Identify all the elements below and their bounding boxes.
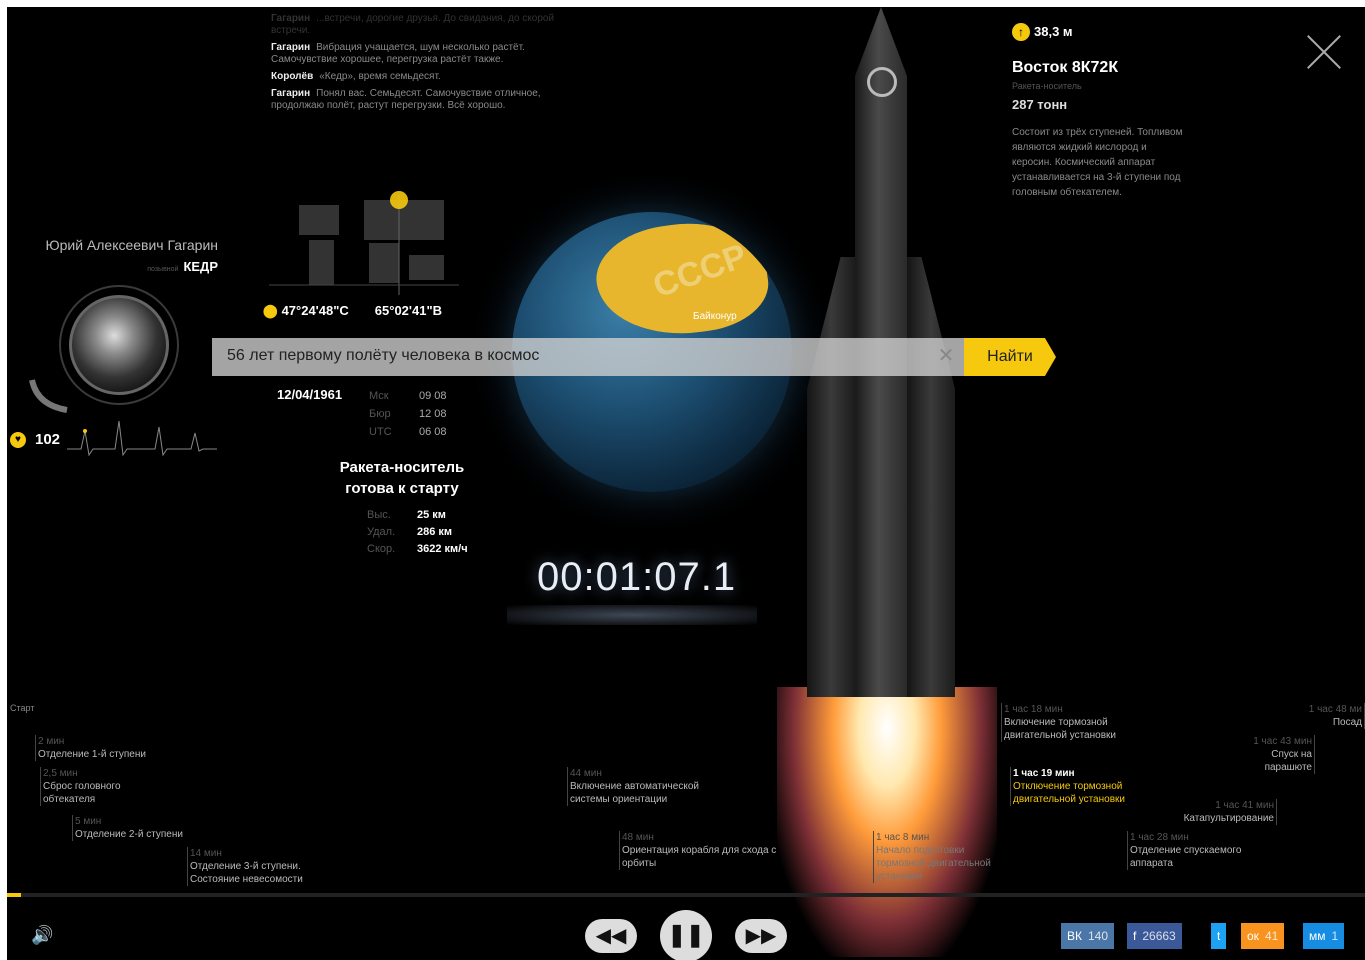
baikonur-label: Байконур	[693, 311, 737, 322]
timeline-event[interactable]: 1 час 43 мин Спуск на парашюте	[1237, 735, 1315, 774]
search-input[interactable]: 56 лет первому полёту человека в космос	[227, 347, 539, 365]
time-zones: Мск 09 08 Бюр 12 08 UTC 06 08	[369, 387, 447, 441]
flight-stats: Выс. 25 км Удал. 286 км Скор. 3622 км/ч	[367, 507, 468, 558]
rocket-mass: 287 тонн	[1012, 97, 1068, 112]
right-booster	[907, 257, 955, 697]
share-vk-button[interactable]: ВК 140	[1061, 923, 1115, 949]
timeline-event-active[interactable]: 1 час 19 мин Отключение тормозной двигате…	[1010, 767, 1170, 806]
pilot-portrait	[69, 295, 169, 395]
timeline-event[interactable]: 1 час 18 мин Включение тормозной двигател…	[1001, 703, 1161, 742]
launch-site-marker	[390, 191, 408, 209]
rocket-porthole	[867, 67, 897, 97]
flight-status: Ракета-носитель готова к старту	[339, 459, 465, 497]
timeline-event[interactable]: 1 час 8 мин Начало подготовки тормозной д…	[873, 831, 1013, 883]
stat-row: Удал. 286 км	[367, 526, 453, 538]
left-booster	[807, 257, 855, 697]
timeline-event[interactable]: 1 час 48 ми Посад	[1297, 703, 1365, 729]
stat-row: Скор. 3622 км/ч	[367, 543, 468, 555]
progress-fill	[7, 893, 21, 897]
world-map	[269, 191, 459, 295]
rocket-height: ↑ 38,3 м	[1012, 23, 1073, 41]
coordinates: ⬤ 47°24'48"С 65°02'41"В	[263, 303, 443, 318]
rocket-type: Ракета-носитель	[1012, 81, 1082, 91]
location-pin-icon: ⬤	[263, 303, 278, 318]
share-twitter-button[interactable]: t	[1211, 923, 1227, 949]
pilot-callsign: позывной КЕДР	[147, 259, 218, 274]
timeline-event[interactable]: 1 час 28 мин Отделение спускаемого аппара…	[1127, 831, 1277, 870]
pause-button[interactable]: ❚❚	[660, 910, 712, 960]
close-icon[interactable]	[1305, 33, 1343, 71]
ecg-line	[67, 420, 217, 457]
search-button[interactable]: Найти	[964, 338, 1056, 376]
transcript-row: Гагарин ...встречи, дорогие друзья. До св…	[271, 13, 555, 36]
tz-row: Бюр 12 08	[369, 408, 447, 420]
rocket-description: Состоит из трёх ступеней. Топливом являю…	[1012, 127, 1183, 198]
share-mymail-button[interactable]: мм 1	[1303, 923, 1345, 949]
transcript-row: Королёв «Кедр», время семьдесят.	[271, 71, 441, 82]
flight-date: 12/04/1961	[277, 387, 343, 402]
radio-transcript: Гагарин ...встречи, дорогие друзья. До св…	[271, 13, 571, 117]
timeline-event[interactable]: 44 мин Включение автоматической системы о…	[567, 767, 727, 806]
mission-timer: 00:01:07.1	[537, 555, 737, 599]
tz-row: Мск 09 08	[369, 390, 447, 402]
timeline-event[interactable]: 2,5 мин Сброс головного обтекателя	[40, 767, 150, 806]
transcript-row: Гагарин Вибрация учащается, шум несколько…	[271, 42, 525, 65]
share-ok-button[interactable]: ок 41	[1241, 923, 1285, 949]
timeline-event[interactable]: 2 мин Отделение 1-й ступени	[35, 735, 185, 761]
arrow-up-icon: ↑	[1012, 23, 1030, 41]
share-facebook-button[interactable]: f 26663	[1127, 923, 1182, 949]
timeline-event[interactable]: 5 мин Отделение 2-й ступени	[72, 815, 232, 841]
flight-visualization: Гагарин ...встречи, дорогие друзья. До св…	[7, 7, 1365, 960]
pilot-name: Юрий Алексеевич Гагарин	[45, 237, 218, 253]
engine-flame	[777, 687, 997, 957]
timeline-event[interactable]: 48 мин Ориентация корабля для схода с орб…	[619, 831, 784, 870]
stat-row: Выс. 25 км	[367, 509, 446, 521]
heart-rate: 102	[35, 431, 61, 448]
timeline-start[interactable]: Старт	[10, 702, 34, 714]
heart-icon: ♥	[10, 432, 26, 448]
rewind-button[interactable]: ◀◀	[585, 919, 637, 953]
forward-button[interactable]: ▶▶	[735, 919, 787, 953]
rocket-name: Восток 8К72К	[1012, 59, 1119, 76]
clear-icon[interactable]: ✕	[935, 345, 957, 367]
gauge-arc	[29, 379, 68, 413]
tz-row: UTC 06 08	[369, 426, 447, 438]
sound-icon[interactable]: 🔊	[31, 925, 53, 946]
timeline-event[interactable]: 1 час 41 мин Катапультирование	[1167, 799, 1277, 825]
timeline-progress[interactable]	[7, 893, 1365, 897]
timer-glow	[507, 605, 757, 625]
transcript-row: Гагарин Понял вас. Семьдесят. Самочувстви…	[271, 88, 541, 111]
timeline-event[interactable]: 14 мин Отделение 3-й ступени. Состояние н…	[187, 847, 347, 886]
